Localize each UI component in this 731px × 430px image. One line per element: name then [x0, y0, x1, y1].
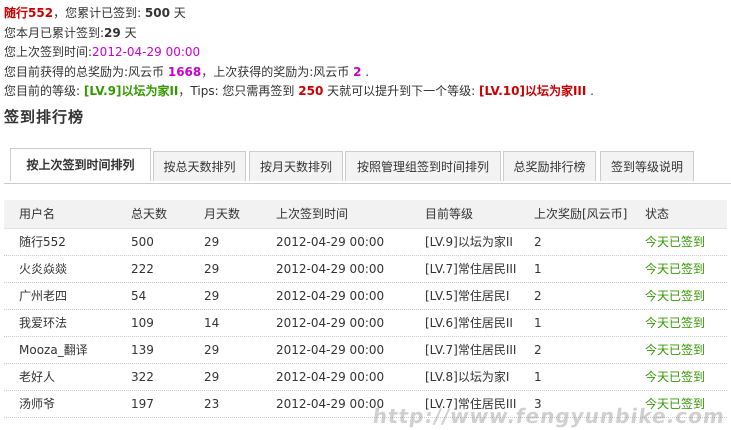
cell-level: [LV.7]常住居民III: [425, 343, 517, 357]
cell-username[interactable]: 老好人: [19, 364, 55, 390]
level-prefix: 您目前的等级:: [4, 84, 84, 98]
cell-last-reward: 1: [534, 370, 542, 384]
summary-reward-line: 您目前获得的总奖励为:风云币 1668，上次获得的奖励为:风云币 2 .: [4, 63, 727, 83]
day-unit: 天: [169, 6, 186, 20]
cell-total-days: 222: [131, 262, 154, 276]
header-username: 用户名: [19, 207, 56, 221]
cell-level: [LV.9]以坛为家II: [425, 235, 513, 249]
section-title: 签到排行榜: [4, 108, 85, 126]
header-last-reward: 上次奖励[风云币]: [534, 207, 628, 221]
header-month-days: 月天数: [204, 207, 241, 221]
cell-username[interactable]: 火炎焱燚: [19, 256, 67, 282]
upgrade-text: 天就可以提升到下一个等级:: [323, 84, 479, 98]
days-needed-value: 250: [298, 84, 324, 98]
table-row: 老好人 322 29 2012-04-29 00:00 [LV.8]以坛为家I …: [4, 364, 727, 391]
header-status: 状态: [645, 207, 670, 221]
month-text: 您本月已累计签到:: [4, 25, 105, 40]
cell-total-days: 109: [131, 316, 154, 330]
tab-sort-admin-signin[interactable]: 按照管理组签到时间排列: [345, 151, 501, 181]
tab-level-info[interactable]: 签到等级说明: [600, 151, 694, 181]
month-days-value: 29: [104, 25, 121, 40]
cell-status: 今天已签到: [645, 343, 706, 357]
cell-last-signin: 2012-04-29 00:00: [276, 235, 385, 249]
last-reward-text: ，上次获得的奖励为:风云币: [201, 64, 354, 79]
reward-prefix: 您目前获得的总奖励为:风云币: [4, 64, 168, 79]
summary-last-time-line: 您上次签到时间:2012-04-29 00:00: [4, 43, 727, 63]
cell-last-signin: 2012-04-29 00:00: [276, 289, 385, 303]
period: .: [586, 84, 594, 98]
last-time-value: 2012-04-29 00:00: [92, 45, 201, 59]
tips-text: ，Tips: 您只需再签到: [178, 84, 299, 98]
tab-sort-last-signin[interactable]: 按上次签到时间排列: [10, 148, 151, 181]
cell-month-days: 29: [204, 370, 220, 384]
cell-status: 今天已签到: [645, 316, 706, 330]
table-header: 用户名 总天数 月天数 上次签到时间 目前等级 上次奖励[风云币] 状态: [4, 200, 727, 229]
cell-status: 今天已签到: [645, 235, 706, 249]
tab-reward-ranking[interactable]: 总奖励排行榜: [503, 151, 596, 181]
ranking-table: 用户名 总天数 月天数 上次签到时间 目前等级 上次奖励[风云币] 状态 随行5…: [4, 200, 727, 418]
cell-total-days: 500: [131, 235, 154, 249]
cell-level: [LV.5]常住居民I: [425, 289, 510, 303]
table-row: 广州老四 54 29 2012-04-29 00:00 [LV.5]常住居民I …: [4, 283, 727, 310]
summary-month-line: 您本月已累计签到:29 天: [4, 24, 727, 44]
day-unit: 天: [120, 25, 137, 40]
cell-total-days: 54: [131, 289, 147, 303]
cell-last-reward: 2: [534, 289, 542, 303]
cell-month-days: 29: [204, 343, 220, 357]
cell-last-reward: 2: [534, 343, 542, 357]
tab-bar: 按上次签到时间排列 按总天数排列 按月天数排列 按照管理组签到时间排列 总奖励排…: [4, 148, 731, 184]
cell-total-days: 139: [131, 343, 154, 357]
cell-month-days: 29: [204, 289, 220, 303]
tab-sort-total-days[interactable]: 按总天数排列: [153, 151, 246, 181]
cell-status: 今天已签到: [645, 289, 706, 303]
summary-total-line: 随行552，您累计已签到: 500 天: [4, 4, 727, 24]
cell-username[interactable]: 汤师爷: [19, 391, 55, 417]
cell-last-reward: 1: [534, 262, 542, 276]
cell-last-signin: 2012-04-29 00:00: [276, 370, 385, 384]
cell-month-days: 14: [204, 316, 220, 330]
period: .: [361, 64, 370, 79]
total-signin-text: ，您累计已签到:: [53, 6, 145, 20]
cell-month-days: 29: [204, 235, 220, 249]
tab-sort-month-days[interactable]: 按月天数排列: [249, 151, 343, 181]
cell-username[interactable]: 广州老四: [19, 283, 67, 309]
table-row: 火炎焱燚 222 29 2012-04-29 00:00 [LV.7]常住居民I…: [4, 256, 727, 283]
cell-last-reward: 1: [534, 316, 542, 330]
site-watermark: http://www.fengyunbike.com: [371, 404, 727, 428]
table-row: Mooza_翻译 139 29 2012-04-29 00:00 [LV.7]常…: [4, 337, 727, 364]
cell-total-days: 322: [131, 370, 154, 384]
cell-status: 今天已签到: [645, 262, 706, 276]
cell-total-days: 197: [131, 397, 154, 411]
cell-last-signin: 2012-04-29 00:00: [276, 397, 385, 411]
cell-username[interactable]: 随行552: [19, 229, 66, 255]
cell-username[interactable]: Mooza_翻译: [19, 337, 88, 363]
username[interactable]: 随行552: [4, 6, 53, 20]
cell-level: [LV.7]常住居民III: [425, 262, 517, 276]
cell-last-signin: 2012-04-29 00:00: [276, 262, 385, 276]
last-time-label: 您上次签到时间:: [4, 45, 93, 59]
cell-last-reward: 2: [534, 235, 542, 249]
cell-month-days: 29: [204, 262, 220, 276]
cell-level: [LV.8]以坛为家I: [425, 370, 510, 384]
header-total-days: 总天数: [131, 207, 168, 221]
cell-month-days: 23: [204, 397, 220, 411]
cell-level: [LV.6]常住居民II: [425, 316, 513, 330]
summary-level-line: 您目前的等级: [LV.9]以坛为家II，Tips: 您只需再签到 250 天就…: [4, 82, 727, 102]
table-row: 我爱环法 109 14 2012-04-29 00:00 [LV.6]常住居民I…: [4, 310, 727, 337]
total-days-value: 500: [144, 6, 170, 20]
signin-summary: 随行552，您累计已签到: 500 天 您本月已累计签到:29 天 您上次签到时…: [4, 4, 727, 102]
table-row: 随行552 500 29 2012-04-29 00:00 [LV.9]以坛为家…: [4, 229, 727, 256]
cell-status: 今天已签到: [645, 370, 706, 384]
cell-last-signin: 2012-04-29 00:00: [276, 316, 385, 330]
total-reward-value: 1668: [167, 64, 202, 79]
header-level: 目前等级: [425, 207, 474, 221]
current-level-value: [LV.9]以坛为家II: [83, 84, 179, 98]
cell-last-signin: 2012-04-29 00:00: [276, 343, 385, 357]
next-level-value: [LV.10]以坛为家III: [479, 84, 587, 98]
header-last-signin: 上次签到时间: [276, 207, 349, 221]
cell-username[interactable]: 我爱环法: [19, 310, 67, 336]
